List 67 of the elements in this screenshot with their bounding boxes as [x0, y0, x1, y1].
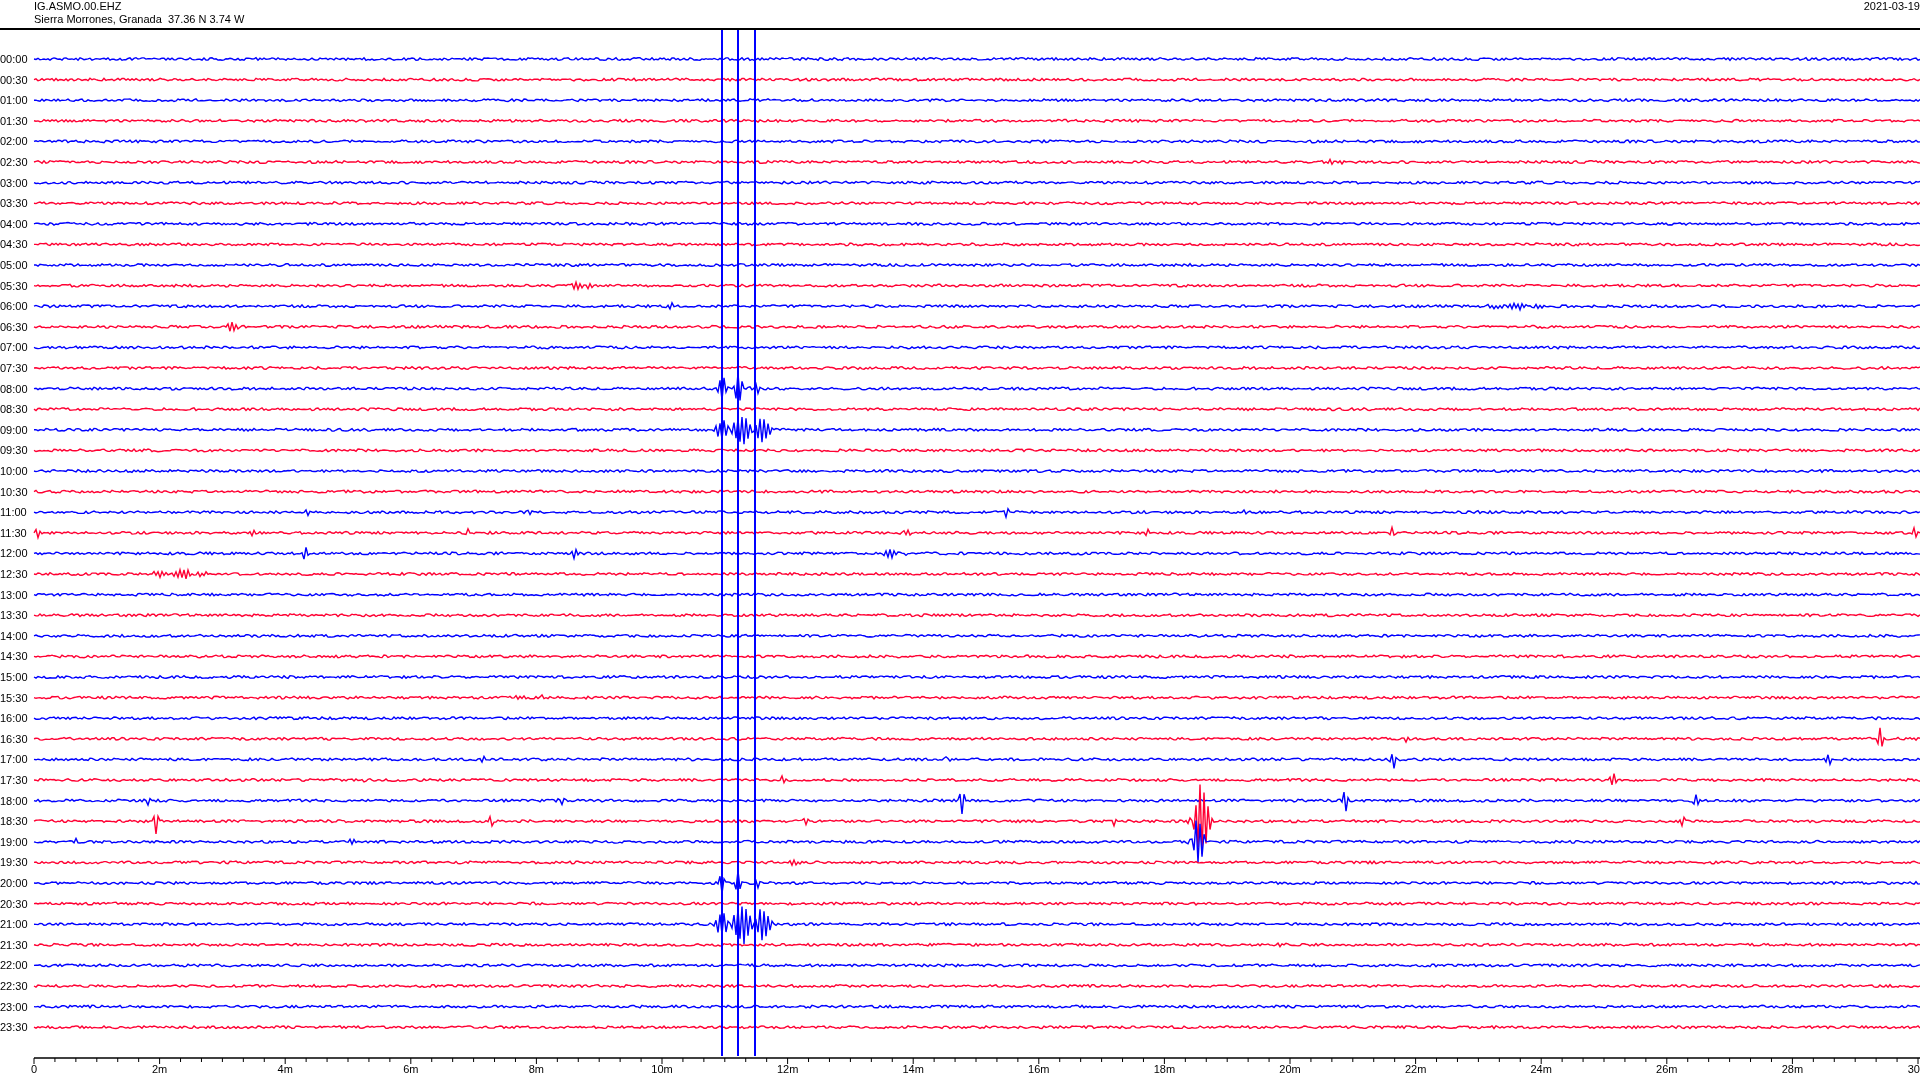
date-label: 2021-03-19: [1863, 0, 1920, 13]
time-label: 07:30: [0, 362, 28, 374]
axis-label: 0: [30, 1063, 38, 1075]
time-label: 02:00: [0, 135, 28, 148]
axis-label: 14m: [902, 1063, 924, 1075]
axis-label: 22m: [1404, 1063, 1427, 1075]
time-label: 12:00: [0, 547, 28, 560]
time-label: 22:00: [0, 959, 28, 972]
time-label: 13:30: [0, 609, 28, 622]
time-label: 08:00: [0, 382, 28, 395]
time-label: 13:00: [0, 588, 28, 601]
time-label: 00:00: [0, 53, 28, 65]
time-label: 07:00: [0, 341, 28, 354]
time-label: 00:30: [0, 73, 28, 86]
axis-label: 8m: [528, 1063, 545, 1075]
time-label: 09:00: [0, 423, 28, 436]
time-label: 16:00: [0, 712, 28, 725]
time-label: 17:30: [0, 774, 28, 786]
time-label: 23:30: [0, 1021, 28, 1034]
time-label: 17:00: [0, 753, 28, 766]
time-label: 02:30: [0, 156, 28, 168]
axis-label: 4m: [277, 1063, 293, 1075]
axis-label: 12m: [776, 1063, 799, 1075]
time-label: 16:30: [0, 732, 28, 745]
time-label: 09:30: [0, 444, 28, 457]
time-label: 15:00: [0, 671, 28, 683]
time-label: 03:30: [0, 197, 28, 210]
time-label: 14:30: [0, 650, 28, 663]
time-label: 23:00: [0, 1000, 28, 1013]
time-label: 04:30: [0, 238, 28, 251]
time-label: 03:00: [0, 176, 28, 189]
station-code: IG.ASMO.00.EHZ: [34, 0, 122, 13]
time-label: 18:30: [0, 815, 28, 828]
time-label: 21:00: [0, 918, 28, 931]
station-location: Sierra Morrones, Granada 37.36 N 3.74 W: [34, 13, 245, 26]
axis-label: 30: [1907, 1063, 1920, 1075]
axis-label: 28m: [1781, 1063, 1804, 1075]
axis-label: 6m: [403, 1063, 419, 1075]
time-label: 20:30: [0, 897, 28, 910]
time-label: 19:30: [0, 856, 28, 869]
time-label: 01:00: [0, 94, 28, 107]
time-label: 05:00: [0, 259, 28, 271]
time-label: 10:00: [0, 465, 28, 477]
time-label: 19:00: [0, 835, 28, 848]
axis-label: 18m: [1153, 1063, 1176, 1075]
axis-label: 24m: [1530, 1063, 1552, 1075]
time-label: 08:30: [0, 403, 28, 416]
time-label: 06:00: [0, 300, 28, 313]
time-label: 11:00: [0, 506, 27, 519]
axis-label: 10m: [651, 1063, 673, 1075]
axis-label: 2m: [151, 1063, 168, 1075]
time-label: 14:00: [0, 629, 28, 642]
time-label: 12:30: [0, 568, 28, 580]
time-label: 20:00: [0, 877, 28, 889]
time-label: 18:00: [0, 794, 28, 807]
time-label: 01:30: [0, 114, 28, 127]
time-label: 21:30: [0, 938, 28, 951]
axis-label: 20m: [1279, 1063, 1301, 1075]
axis-label: 26m: [1656, 1063, 1678, 1075]
time-label: 04:00: [0, 217, 28, 230]
axis-label: 16m: [1028, 1063, 1050, 1075]
time-label: 11:30: [0, 526, 27, 539]
time-label: 15:30: [0, 691, 28, 704]
time-label: 05:30: [0, 279, 28, 292]
time-label: 10:30: [0, 485, 28, 498]
time-label: 06:30: [0, 320, 28, 333]
time-label: 22:30: [0, 980, 28, 992]
